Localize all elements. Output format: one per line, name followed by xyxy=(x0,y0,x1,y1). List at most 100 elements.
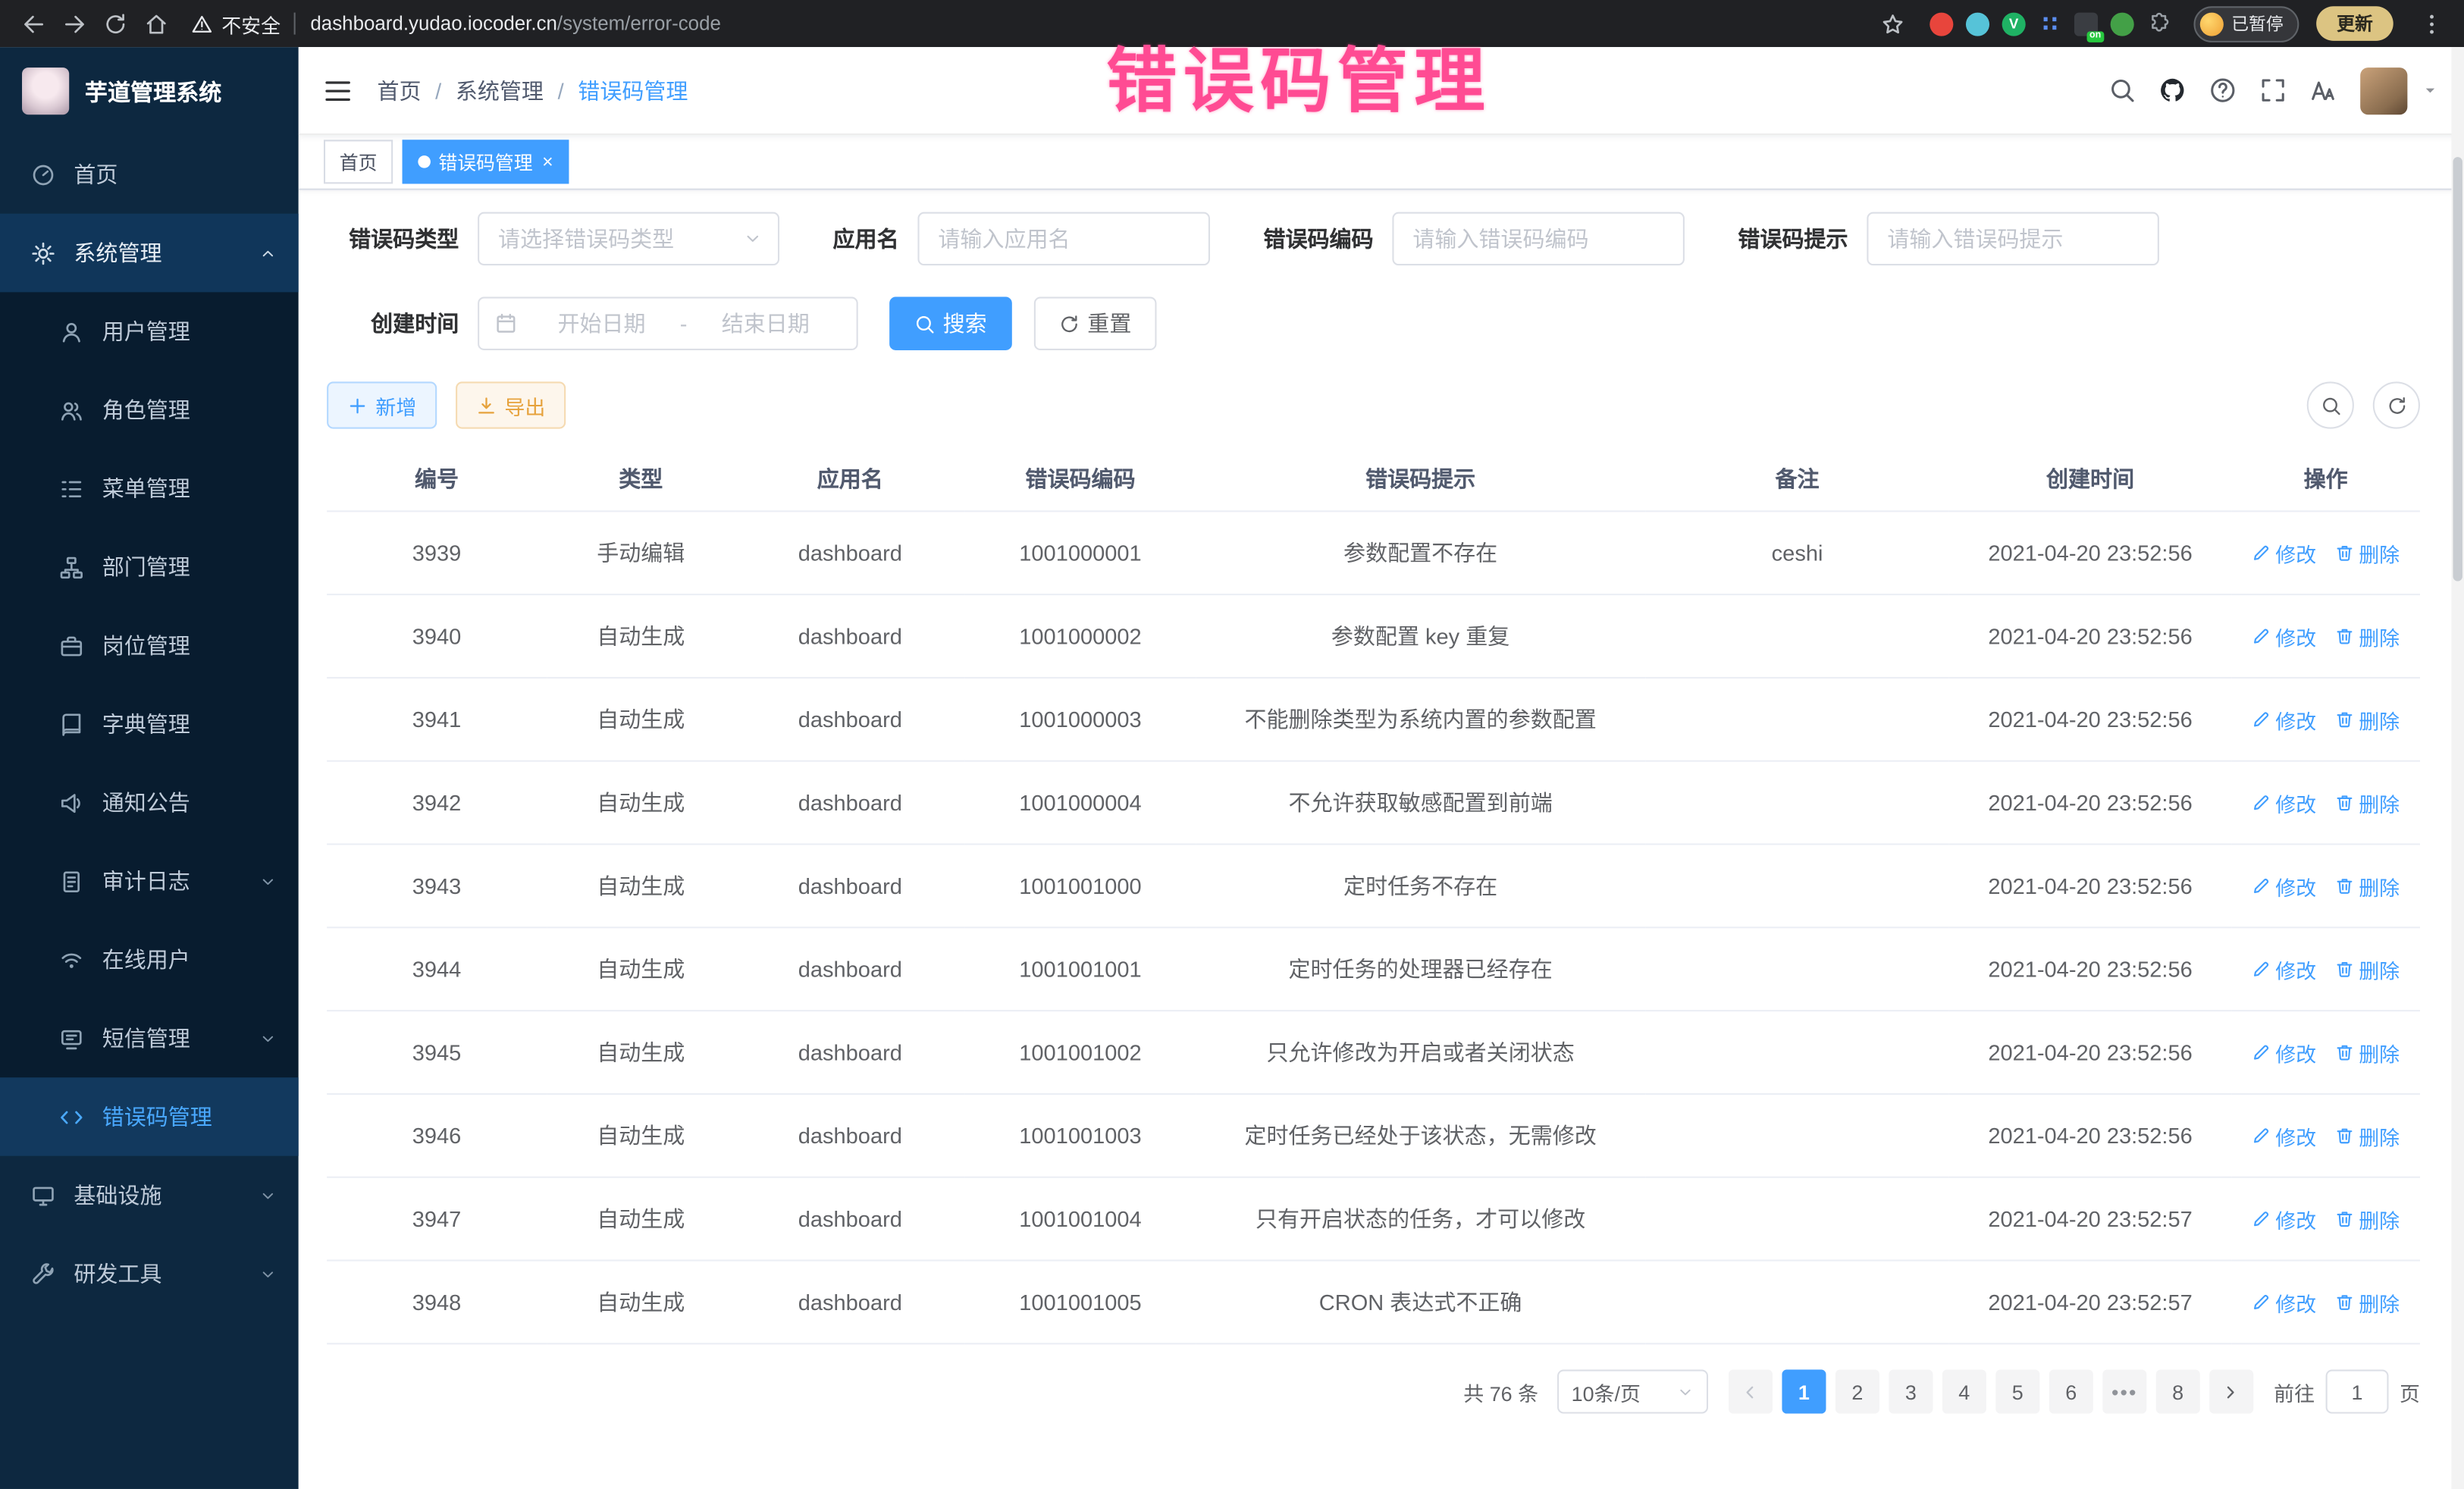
sidebar-item-label: 部门管理 xyxy=(102,551,190,582)
font-size-icon[interactable] xyxy=(2310,77,2337,104)
edit-link[interactable]: 修改 xyxy=(2252,1204,2316,1234)
prev-page-button[interactable] xyxy=(1729,1370,1773,1414)
edit-link[interactable]: 修改 xyxy=(2252,871,2316,901)
search-button[interactable]: 搜索 xyxy=(889,297,1012,350)
breadcrumb-item[interactable]: 系统管理 xyxy=(456,74,544,105)
edit-link[interactable]: 修改 xyxy=(2252,1121,2316,1150)
sidebar-item-menu[interactable]: 菜单管理 xyxy=(0,450,299,528)
extensions-puzzle-icon[interactable] xyxy=(2146,12,2170,36)
edit-link[interactable]: 修改 xyxy=(2252,538,2316,568)
more-pages-button[interactable]: ••• xyxy=(2102,1370,2146,1414)
page-button-3[interactable]: 3 xyxy=(1889,1370,1933,1414)
sidebar-item-infra[interactable]: 基础设施 xyxy=(0,1156,299,1235)
delete-link[interactable]: 删除 xyxy=(2335,1121,2400,1150)
browser-profile-chip[interactable]: 已暂停 xyxy=(2193,5,2299,42)
sidebar-item-audit-log[interactable]: 审计日志 xyxy=(0,842,299,920)
reset-button[interactable]: 重置 xyxy=(1034,297,1157,350)
address-bar[interactable]: 不安全 dashboard.yudao.iocoder.cn/system/er… xyxy=(192,8,1856,38)
github-icon[interactable] xyxy=(2159,77,2186,104)
sidebar-item-user[interactable]: 用户管理 xyxy=(0,292,299,371)
forward-icon[interactable] xyxy=(53,3,94,44)
add-button[interactable]: 新增 xyxy=(327,381,437,428)
extension-dark-on-icon[interactable]: on xyxy=(2074,12,2098,36)
sidebar-item-dev-tools[interactable]: 研发工具 xyxy=(0,1234,299,1313)
sidebar-item-post[interactable]: 岗位管理 xyxy=(0,607,299,685)
extension-green-v-icon[interactable]: V xyxy=(2002,12,2026,36)
breadcrumb-separator: / xyxy=(558,78,564,103)
page-button-4[interactable]: 4 xyxy=(1942,1370,1986,1414)
user-avatar[interactable] xyxy=(2360,67,2407,114)
delete-link[interactable]: 删除 xyxy=(2335,704,2400,734)
sidebar-item-dept[interactable]: 部门管理 xyxy=(0,528,299,607)
edit-link[interactable]: 修改 xyxy=(2252,704,2316,734)
cell-code: 1001001004 xyxy=(965,1177,1196,1261)
sidebar-item-dict[interactable]: 字典管理 xyxy=(0,685,299,763)
edit-link[interactable]: 修改 xyxy=(2252,788,2316,817)
avatar-caret-icon[interactable] xyxy=(2422,82,2439,99)
edit-link[interactable]: 修改 xyxy=(2252,1287,2316,1317)
tab-home[interactable]: 首页 xyxy=(324,139,393,183)
back-icon[interactable] xyxy=(13,3,54,44)
column-header: 编号 xyxy=(327,447,547,511)
error-msg-input[interactable] xyxy=(1867,212,2159,265)
delete-link[interactable]: 删除 xyxy=(2335,1204,2400,1234)
extension-red-icon[interactable] xyxy=(1930,12,1953,36)
delete-link[interactable]: 删除 xyxy=(2335,955,2400,984)
delete-link[interactable]: 删除 xyxy=(2335,621,2400,650)
header-search-icon[interactable] xyxy=(2109,77,2136,104)
delete-link[interactable]: 删除 xyxy=(2335,871,2400,901)
refresh-table-button[interactable] xyxy=(2373,381,2420,428)
sidebar-item-sms[interactable]: 短信管理 xyxy=(0,999,299,1078)
create-time-range-picker[interactable]: 开始日期 - 结束日期 xyxy=(478,297,858,350)
goto-page-input[interactable] xyxy=(2326,1370,2389,1414)
breadcrumb-item[interactable]: 错误码管理 xyxy=(578,74,688,105)
kebab-menu-icon[interactable] xyxy=(2411,3,2452,44)
close-tab-icon[interactable]: × xyxy=(542,151,553,173)
page-button-1[interactable]: 1 xyxy=(1782,1370,1826,1414)
tab-error-code[interactable]: 错误码管理× xyxy=(403,139,569,183)
browser-update-button[interactable]: 更新 xyxy=(2316,6,2393,41)
breadcrumb-item[interactable]: 首页 xyxy=(377,74,421,105)
app-title: 芋道管理系统 xyxy=(85,74,221,108)
edit-link[interactable]: 修改 xyxy=(2252,621,2316,650)
page-button-5[interactable]: 5 xyxy=(1995,1370,2039,1414)
page-button-2[interactable]: 2 xyxy=(1835,1370,1879,1414)
extension-teal-icon[interactable] xyxy=(1966,12,1989,36)
sidebar-item-error-code[interactable]: 错误码管理 xyxy=(0,1077,299,1156)
toggle-search-button[interactable] xyxy=(2307,381,2354,428)
home-icon[interactable] xyxy=(135,3,176,44)
tree-icon xyxy=(60,555,83,578)
next-page-button[interactable] xyxy=(2209,1370,2253,1414)
help-icon[interactable] xyxy=(2209,77,2236,104)
page-size-select[interactable]: 10条/页 xyxy=(1557,1370,1708,1414)
delete-link[interactable]: 删除 xyxy=(2335,788,2400,817)
app-logo[interactable]: 芋道管理系统 xyxy=(0,47,299,135)
scrollbar[interactable] xyxy=(2451,47,2464,1489)
error-type-select[interactable]: 请选择错误码类型 xyxy=(478,212,779,265)
sidebar-toggle-icon[interactable] xyxy=(324,76,352,104)
sidebar-item-notice[interactable]: 通知公告 xyxy=(0,763,299,842)
edit-link[interactable]: 修改 xyxy=(2252,955,2316,984)
fullscreen-icon[interactable] xyxy=(2260,77,2287,104)
bookmark-star-icon[interactable] xyxy=(1872,3,1913,44)
page-button-8[interactable]: 8 xyxy=(2156,1370,2200,1414)
reload-icon[interactable] xyxy=(94,3,135,44)
sidebar-item-label: 基础设施 xyxy=(74,1180,161,1211)
app-name-input[interactable] xyxy=(917,212,1210,265)
sidebar-item-online-user[interactable]: 在线用户 xyxy=(0,920,299,999)
error-code-input[interactable] xyxy=(1392,212,1685,265)
delete-link[interactable]: 删除 xyxy=(2335,1287,2400,1317)
export-button[interactable]: 导出 xyxy=(456,381,566,428)
delete-link[interactable]: 删除 xyxy=(2335,1037,2400,1067)
extension-green-icon[interactable] xyxy=(2111,12,2134,36)
page-button-6[interactable]: 6 xyxy=(2049,1370,2093,1414)
edit-link[interactable]: 修改 xyxy=(2252,1037,2316,1067)
scrollbar-thumb[interactable] xyxy=(2453,157,2462,581)
extension-blue-grid-icon[interactable]: ∷ xyxy=(2038,12,2061,36)
cell-type: 自动生成 xyxy=(547,927,735,1011)
sidebar-item-system[interactable]: 系统管理 xyxy=(0,214,299,293)
sidebar-item-role[interactable]: 角色管理 xyxy=(0,371,299,450)
delete-link[interactable]: 删除 xyxy=(2335,538,2400,568)
sidebar-item-home[interactable]: 首页 xyxy=(0,135,299,214)
sidebar-item-label: 通知公告 xyxy=(102,787,190,818)
